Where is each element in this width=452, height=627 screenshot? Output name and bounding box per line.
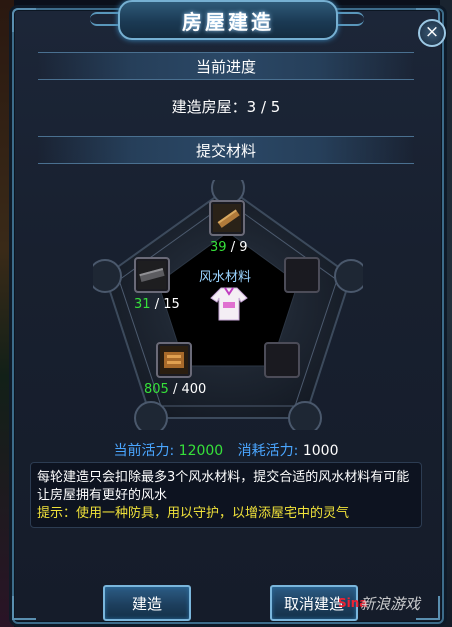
- description-text: 每轮建造只会扣除最多3个风水材料，提交合适的风水材料有可能让房屋拥有更好的风水: [37, 470, 410, 503]
- cost-energy-label: 消耗活力:: [237, 443, 299, 459]
- slot-upper-left-count: 31 / 15: [134, 297, 180, 312]
- progress-section-header: 当前进度: [38, 52, 414, 80]
- material-slot-upper-right[interactable]: [284, 257, 320, 293]
- current-energy-value: 12000: [178, 443, 224, 459]
- build-button[interactable]: 建造: [103, 585, 191, 621]
- corner-ornament: [12, 596, 36, 620]
- materials-section-title: 提交材料: [195, 141, 256, 160]
- title-ornament: [334, 12, 364, 26]
- wood-plank-icon: [213, 204, 241, 232]
- material-slot-lower-right[interactable]: [264, 342, 300, 378]
- close-icon: ×: [424, 22, 440, 42]
- current-energy-label: 当前活力:: [113, 443, 175, 459]
- materials-section-header: 提交材料: [38, 136, 414, 164]
- cost-energy-value: 1000: [302, 443, 339, 459]
- material-slot-upper-left[interactable]: [134, 257, 170, 293]
- robe-armor-icon: [210, 287, 248, 321]
- material-slot-top[interactable]: [209, 200, 245, 236]
- fengshui-material-label: 风水材料: [199, 270, 252, 285]
- slot-top-count: 39 / 9: [210, 240, 248, 255]
- dialog-title-plate: 房屋建造: [118, 0, 338, 40]
- slot-lower-left-count: 805 / 400: [144, 382, 207, 397]
- progress-section-title: 当前进度: [195, 57, 256, 76]
- energy-info: 当前活力: 12000 消耗活力: 1000: [0, 440, 452, 460]
- build-progress-text: 建造房屋：3 / 5: [171, 98, 281, 116]
- dialog-title: 房屋建造: [182, 9, 274, 34]
- tip-text: 提示：使用一种防具，用以守护，以增添屋宅中的灵气: [37, 506, 350, 521]
- material-slot-lower-left[interactable]: [156, 342, 192, 378]
- bronze-armor-icon: [160, 346, 188, 374]
- corner-ornament: [12, 8, 36, 32]
- watermark-text: 新浪游戏: [360, 595, 421, 613]
- fengshui-material-item[interactable]: [209, 286, 249, 322]
- iron-bar-icon: [138, 261, 166, 289]
- close-button[interactable]: ×: [418, 19, 446, 47]
- description-box: 每轮建造只会扣除最多3个风水材料，提交合适的风水材料有可能让房屋拥有更好的风水 …: [30, 462, 422, 528]
- title-ornament: [90, 12, 120, 26]
